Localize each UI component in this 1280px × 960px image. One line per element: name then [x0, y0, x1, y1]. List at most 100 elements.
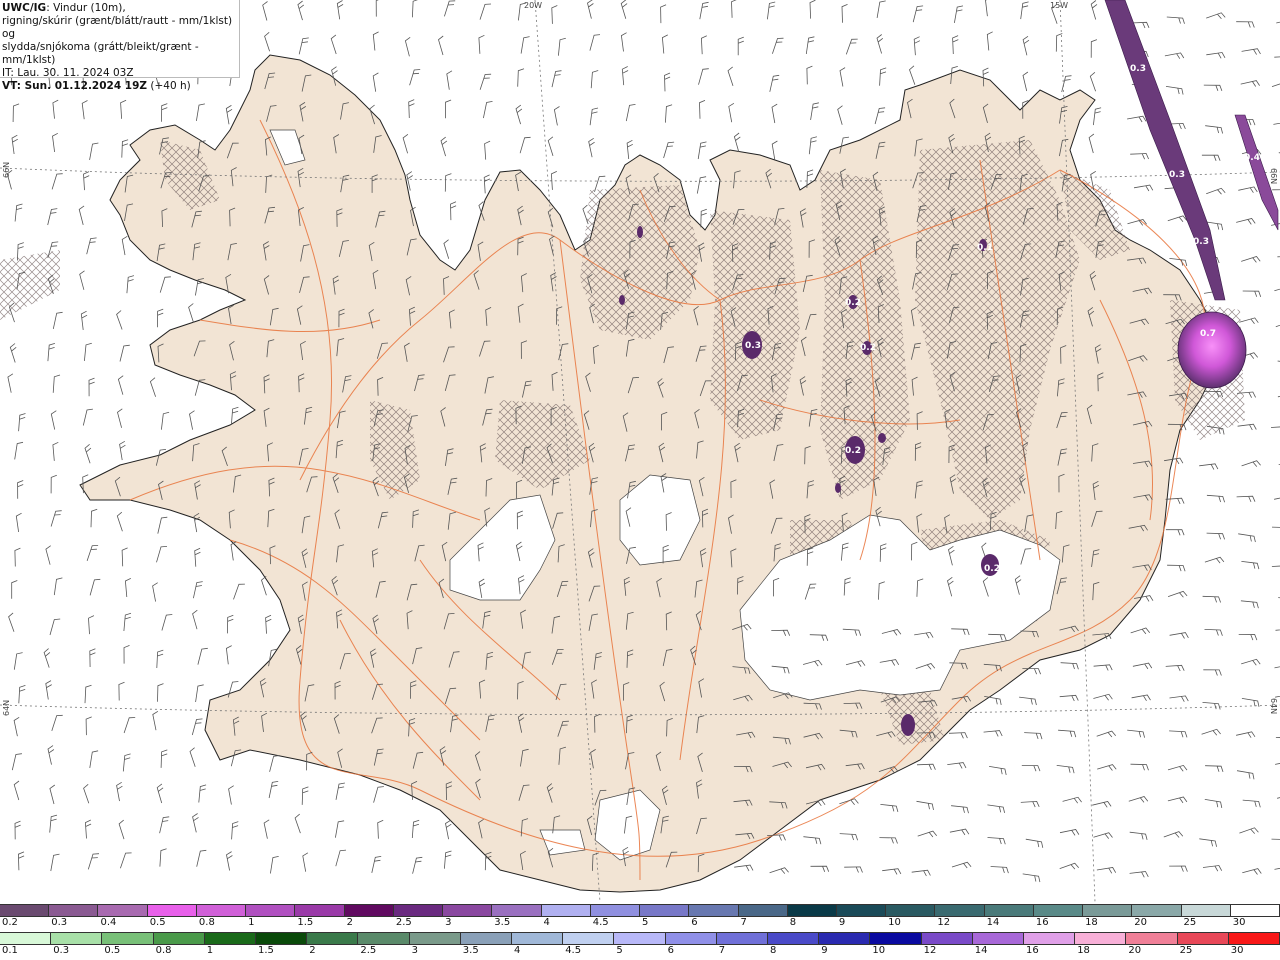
wind-barb [728, 102, 735, 123]
scale-label: 0.8 [155, 945, 172, 956]
wind-barb [483, 174, 491, 194]
wind-barb [727, 66, 734, 87]
wind-barb [50, 853, 60, 872]
wind-barb [519, 136, 531, 154]
scale-swatch [443, 905, 493, 916]
wind-barb [85, 716, 92, 736]
wind-barb [520, 36, 530, 54]
precip-label: 0.3 [745, 341, 761, 351]
wind-barb [1169, 730, 1188, 738]
wind-barb [1020, 800, 1040, 808]
wind-barb [808, 136, 818, 155]
wind-barb [12, 103, 20, 123]
wind-barb [1236, 731, 1256, 738]
wind-barb [663, 141, 675, 159]
wind-barb [1206, 187, 1226, 195]
wind-barb [1059, 829, 1080, 836]
wind-barb [551, 70, 562, 88]
wind-barb [119, 440, 126, 461]
wind-barb [837, 105, 843, 125]
scale-swatch [590, 905, 641, 916]
scale-label: 20 [1128, 945, 1142, 956]
wind-barb [737, 36, 744, 56]
wind-barb [589, 34, 601, 51]
wind-barb [1239, 827, 1259, 834]
wind-barb [263, 819, 270, 839]
scale-label: 0.2 [2, 917, 18, 928]
wind-barb [1093, 693, 1113, 701]
wind-barb [443, 239, 450, 259]
wind-barb [13, 780, 20, 801]
wind-barb [1241, 658, 1261, 666]
land-iceland [79, 54, 1226, 893]
wind-barb [1022, 873, 1041, 883]
wind-barb [335, 782, 345, 800]
lon-label-20w: 20W [524, 1, 542, 10]
wind-barb [1236, 218, 1256, 225]
scale-label: 4 [543, 917, 550, 928]
wind-barb [89, 578, 101, 596]
scale-swatch [393, 905, 444, 916]
wind-barb [1272, 189, 1280, 191]
wind-barb [89, 750, 99, 768]
wind-barb [1022, 35, 1030, 56]
wind-barb [479, 3, 492, 20]
wind-barb [84, 342, 92, 361]
wind-barb [80, 310, 88, 330]
wind-barb [876, 0, 886, 18]
wind-barb [194, 547, 201, 567]
wind-barb [297, 0, 305, 21]
wind-barb [1202, 595, 1221, 603]
scale-swatch [307, 933, 359, 944]
snow-color-scale [0, 904, 1280, 917]
scale-swatch [0, 933, 52, 944]
wind-barb [1060, 662, 1079, 670]
wind-barb [515, 104, 523, 125]
lat-label-66n-right: 66N [1269, 168, 1278, 184]
wind-barb [196, 849, 207, 867]
precip-label: 0.2 [845, 446, 861, 456]
scale-label: 1 [206, 945, 214, 956]
wind-barb [87, 853, 100, 870]
wind-barb [947, 762, 967, 769]
wind-barb [697, 141, 707, 160]
scale-label: 4.5 [592, 917, 609, 928]
wind-barb [1092, 801, 1112, 808]
wind-barb [1203, 84, 1223, 92]
wind-barb [1097, 764, 1117, 771]
wind-barb [81, 100, 88, 120]
wind-barb [1090, 0, 1098, 20]
snow-cell [619, 295, 625, 305]
scale-label: 8 [770, 945, 777, 956]
rain-color-scale [0, 932, 1280, 945]
scale-swatch [409, 933, 461, 944]
scale-label: 0.3 [53, 945, 70, 956]
wind-barb [121, 139, 129, 158]
wind-barb [377, 819, 384, 839]
wind-barb [1236, 495, 1256, 503]
wind-barb [839, 833, 858, 841]
wind-barb [660, 4, 667, 24]
wind-barb [196, 103, 205, 121]
scale-label: 8 [789, 917, 797, 928]
wind-barb [1093, 664, 1113, 671]
precip-label: 0.1 [977, 243, 993, 253]
precip-label: 0.2 [860, 343, 876, 353]
wind-barb [699, 1, 709, 20]
wind-barb [661, 34, 668, 54]
wind-barb [916, 800, 934, 810]
wind-barb [1163, 831, 1184, 838]
scale-swatch [492, 905, 542, 916]
scale-label: 3 [445, 917, 452, 928]
wind-barb [882, 868, 902, 875]
wind-barb [1202, 865, 1223, 872]
lon-label-15w: 15W [1050, 1, 1068, 10]
wind-barb [152, 710, 159, 731]
wind-barb [1129, 831, 1148, 841]
scale-swatch [358, 933, 410, 944]
scale-swatch [204, 933, 257, 944]
wind-barb [88, 377, 95, 397]
wind-barb [949, 828, 970, 836]
scale-label: 1.5 [297, 917, 314, 928]
wind-barb [1127, 729, 1145, 738]
